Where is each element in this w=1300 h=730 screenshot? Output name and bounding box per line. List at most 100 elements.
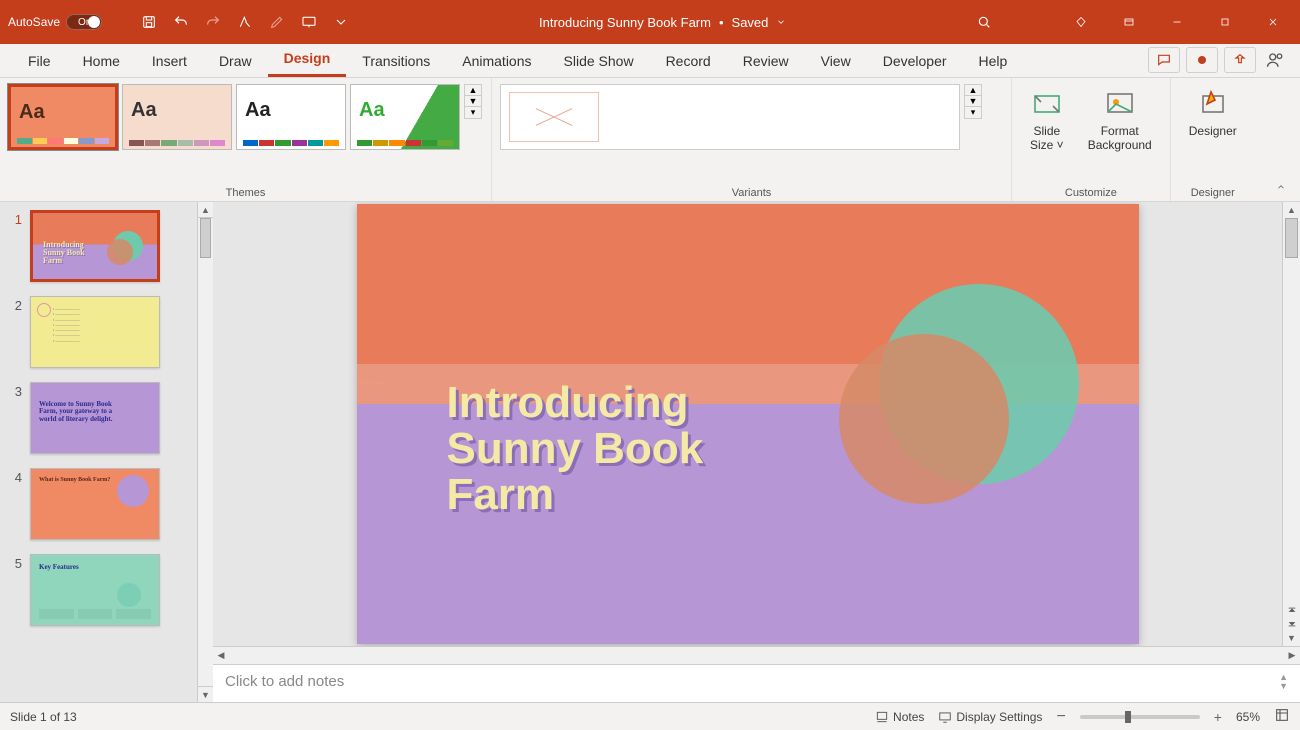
search-button[interactable] xyxy=(970,8,998,36)
prev-slide-icon[interactable] xyxy=(1286,606,1298,616)
minimize-button[interactable] xyxy=(1154,0,1200,44)
present-button[interactable] xyxy=(295,8,323,36)
tab-draw[interactable]: Draw xyxy=(203,45,268,77)
tab-view[interactable]: View xyxy=(805,45,867,77)
themes-gallery-spinner[interactable]: ▲ ▼ ▾ xyxy=(464,84,482,119)
thumb-number: 5 xyxy=(4,554,22,571)
thumbnail-list[interactable]: 1 IntroducingSunny BookFarm 2 • ———————•… xyxy=(0,202,197,702)
notes-toggle[interactable]: Notes xyxy=(875,710,924,724)
slide-area[interactable]: Introducing Sunny Book Farm xyxy=(213,202,1282,646)
thumbnail-row[interactable]: 2 • ———————• ———————• ———————• ———————• … xyxy=(4,296,193,368)
spin-down-icon[interactable]: ▼ xyxy=(465,96,481,107)
collapse-ribbon-button[interactable] xyxy=(1270,179,1292,195)
format-background-button[interactable]: FormatBackground xyxy=(1078,84,1162,156)
thumb-slide-5[interactable]: Key Features xyxy=(30,554,160,626)
theme-thumb-1[interactable]: Aa xyxy=(8,84,118,150)
slide-nav-buttons xyxy=(1283,606,1300,628)
thumb-number: 3 xyxy=(4,382,22,399)
thumb-slide-3[interactable]: Welcome to Sunny Book Farm, your gateway… xyxy=(30,382,160,454)
tab-record[interactable]: Record xyxy=(650,45,727,77)
tab-file[interactable]: File xyxy=(12,45,67,77)
thumbnail-row[interactable]: 3 Welcome to Sunny Book Farm, your gatew… xyxy=(4,382,193,454)
decorative-circle-orange xyxy=(839,334,1009,504)
scrollbar-thumb[interactable] xyxy=(1285,218,1298,258)
display-settings-button[interactable]: Display Settings xyxy=(938,710,1042,724)
tab-design[interactable]: Design xyxy=(268,42,347,77)
editor-horizontal-scrollbar[interactable]: ◀ ▶ xyxy=(213,646,1300,664)
slide-size-button[interactable]: SlideSize ˅ xyxy=(1020,84,1074,156)
zoom-slider[interactable] xyxy=(1080,715,1200,719)
scroll-down-icon[interactable]: ▼ xyxy=(1283,630,1300,646)
theme-thumb-4[interactable]: Aa xyxy=(350,84,460,150)
next-slide-icon[interactable] xyxy=(1286,618,1298,628)
zoom-out-button[interactable]: − xyxy=(1056,708,1065,726)
autosave-label: AutoSave xyxy=(8,15,60,29)
tab-animations[interactable]: Animations xyxy=(446,45,547,77)
tab-transitions[interactable]: Transitions xyxy=(346,45,446,77)
thumbnail-row[interactable]: 5 Key Features xyxy=(4,554,193,626)
scroll-left-icon[interactable]: ◀ xyxy=(213,647,229,664)
diamond-button[interactable] xyxy=(1058,0,1104,44)
share-button[interactable] xyxy=(1224,47,1256,73)
thumbnail-pane: 1 IntroducingSunny BookFarm 2 • ———————•… xyxy=(0,202,213,702)
tab-insert[interactable]: Insert xyxy=(136,45,203,77)
theme-thumb-2[interactable]: Aa xyxy=(122,84,232,150)
maximize-button[interactable] xyxy=(1202,0,1248,44)
qat-more-button[interactable] xyxy=(327,8,355,36)
designer-button[interactable]: Designer xyxy=(1179,84,1247,142)
notes-pane[interactable]: Click to add notes ▲ ▼ xyxy=(213,664,1300,702)
variants-gallery[interactable] xyxy=(500,84,960,150)
chevron-down-icon[interactable] xyxy=(776,17,786,27)
scroll-down-icon[interactable]: ▼ xyxy=(198,686,213,702)
save-button[interactable] xyxy=(135,8,163,36)
zoom-slider-thumb[interactable] xyxy=(1125,711,1131,723)
thumbnail-row[interactable]: 1 IntroducingSunny BookFarm xyxy=(4,210,193,282)
tab-home[interactable]: Home xyxy=(67,45,136,77)
thumb-slide-4[interactable]: What is Sunny Book Farm? xyxy=(30,468,160,540)
comments-button[interactable] xyxy=(1148,47,1180,73)
scroll-up-icon[interactable]: ▲ xyxy=(1283,202,1300,218)
thumb-slide-2[interactable]: • ———————• ———————• ———————• ———————• ——… xyxy=(30,296,160,368)
tab-review[interactable]: Review xyxy=(727,45,805,77)
touch-mode-button[interactable] xyxy=(231,8,259,36)
variants-gallery-spinner[interactable]: ▲ ▼ ▾ xyxy=(964,84,982,119)
thumbnail-row[interactable]: 4 What is Sunny Book Farm? xyxy=(4,468,193,540)
slide-title[interactable]: Introducing Sunny Book Farm xyxy=(447,380,704,519)
close-button[interactable] xyxy=(1250,0,1296,44)
ribbon-mode-button[interactable] xyxy=(1106,0,1152,44)
zoom-level[interactable]: 65% xyxy=(1236,710,1260,724)
thumb-number: 1 xyxy=(4,210,22,227)
spin-down-icon[interactable]: ▼ xyxy=(965,96,981,107)
undo-button[interactable] xyxy=(167,8,195,36)
ribbon-group-designer: Designer Designer xyxy=(1171,78,1255,201)
scroll-up-icon[interactable]: ▲ xyxy=(198,202,213,218)
ribbon-tabs: File Home Insert Draw Design Transitions… xyxy=(0,44,1300,78)
thumb-number: 2 xyxy=(4,296,22,313)
account-button[interactable] xyxy=(1262,51,1288,69)
zoom-in-button[interactable]: + xyxy=(1214,709,1222,725)
themes-group-label: Themes xyxy=(8,185,483,199)
theme-thumb-3[interactable]: Aa xyxy=(236,84,346,150)
editor-vertical-scrollbar[interactable]: ▲ ▼ xyxy=(1282,202,1300,646)
draw-button[interactable] xyxy=(263,8,291,36)
spin-more-icon[interactable]: ▾ xyxy=(965,107,981,118)
tab-slideshow[interactable]: Slide Show xyxy=(548,45,650,77)
thumb-slide-1[interactable]: IntroducingSunny BookFarm xyxy=(30,210,160,282)
spin-up-icon[interactable]: ▲ xyxy=(465,85,481,96)
thumbnail-scrollbar[interactable]: ▲ ▼ xyxy=(197,202,213,702)
spin-more-icon[interactable]: ▾ xyxy=(465,107,481,118)
slide-counter[interactable]: Slide 1 of 13 xyxy=(10,710,77,724)
notes-scroll-down-icon[interactable]: ▼ xyxy=(1279,682,1288,691)
camera-button[interactable] xyxy=(1186,47,1218,73)
editor-pane: Introducing Sunny Book Farm ▲ ▼ ◀ ▶ xyxy=(213,202,1300,702)
tab-help[interactable]: Help xyxy=(963,45,1024,77)
slide-canvas[interactable]: Introducing Sunny Book Farm xyxy=(357,204,1139,644)
scrollbar-thumb[interactable] xyxy=(200,218,211,258)
redo-button[interactable] xyxy=(199,8,227,36)
scroll-right-icon[interactable]: ▶ xyxy=(1284,647,1300,664)
autosave-toggle[interactable]: AutoSave On xyxy=(8,14,121,30)
spin-up-icon[interactable]: ▲ xyxy=(965,85,981,96)
fit-to-window-button[interactable] xyxy=(1274,707,1290,726)
status-bar: Slide 1 of 13 Notes Display Settings − +… xyxy=(0,702,1300,730)
tab-developer[interactable]: Developer xyxy=(867,45,963,77)
